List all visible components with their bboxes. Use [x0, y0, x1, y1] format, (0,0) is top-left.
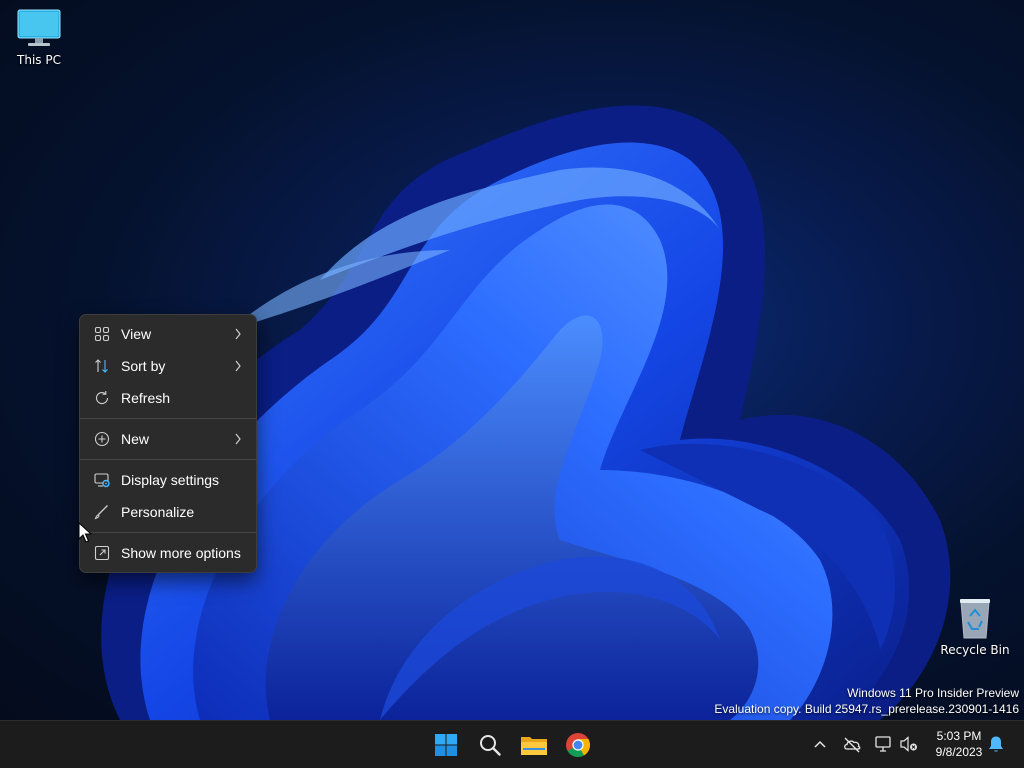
menu-item-label: Personalize [121, 504, 195, 520]
watermark-line-edition: Windows 11 Pro Insider Preview [847, 686, 1019, 700]
windows-start-icon [435, 734, 457, 756]
menu-item-label: View [121, 326, 152, 342]
mouse-cursor-icon [78, 522, 92, 543]
menu-item-label: Refresh [121, 390, 171, 406]
desktop-icon-label: Recycle Bin [940, 643, 1010, 657]
menu-separator [80, 459, 256, 460]
chevron-right-icon [235, 433, 241, 445]
menu-item-display-settings[interactable]: Display settings [80, 464, 256, 496]
taskbar: 5:03 PM 9/8/2023 [0, 720, 1024, 768]
file-explorer-icon [521, 737, 547, 755]
chrome-icon [566, 733, 591, 758]
file-explorer-button[interactable] [515, 726, 553, 764]
clock-time: 5:03 PM [936, 729, 982, 743]
recycle-bin-icon [960, 599, 990, 639]
onedrive-offline-icon[interactable] [842, 734, 862, 754]
chevron-right-icon [235, 328, 241, 340]
watermark-line-build: Evaluation copy. Build 25947.rs_prerelea… [714, 702, 1019, 716]
clock-date: 9/8/2023 [935, 745, 983, 759]
start-button[interactable] [427, 726, 465, 764]
desktop-icon-label: This PC [17, 53, 61, 67]
menu-item-refresh[interactable]: Refresh [80, 382, 256, 414]
taskbar-clock[interactable]: 5:03 PM 9/8/2023 [924, 728, 994, 760]
menu-item-show-more-options[interactable]: Show more options [80, 537, 256, 569]
show-more-icon [94, 545, 110, 561]
desktop-icon-this-pc[interactable]: This PC [0, 8, 79, 67]
search-icon [480, 735, 501, 756]
chevron-right-icon [235, 360, 241, 372]
menu-item-sort-by[interactable]: Sort by [80, 350, 256, 382]
desktop-context-menu: View Sort by Refresh New Display setting… [79, 314, 257, 573]
menu-item-label: Display settings [121, 472, 220, 488]
menu-separator [80, 532, 256, 533]
search-button[interactable] [471, 726, 509, 764]
windows-watermark: Windows 11 Pro Insider Preview Evaluatio… [714, 685, 1019, 717]
network-icon[interactable] [874, 734, 894, 754]
chrome-button[interactable] [559, 726, 597, 764]
chevron-up-icon[interactable] [810, 734, 830, 754]
menu-item-label: New [121, 431, 150, 447]
refresh-icon [95, 391, 109, 405]
volume-muted-icon[interactable] [899, 734, 919, 754]
grid-icon [94, 326, 110, 342]
menu-item-personalize[interactable]: Personalize [80, 496, 256, 528]
sort-icon [95, 359, 108, 373]
menu-separator [80, 418, 256, 419]
brush-icon [94, 505, 108, 520]
desktop-icon-recycle-bin[interactable]: Recycle Bin [935, 596, 1015, 657]
display-settings-icon [94, 473, 110, 488]
desktop[interactable]: This PC Recycle Bin Windows 11 Pro Insid… [0, 0, 1024, 720]
menu-item-view[interactable]: View [80, 318, 256, 350]
menu-item-label: Show more options [121, 545, 241, 561]
plus-circle-icon [94, 431, 110, 447]
menu-item-label: Sort by [121, 358, 166, 374]
notification-bell-icon[interactable] [986, 734, 1006, 754]
menu-item-new[interactable]: New [80, 423, 256, 455]
monitor-icon [17, 9, 61, 46]
